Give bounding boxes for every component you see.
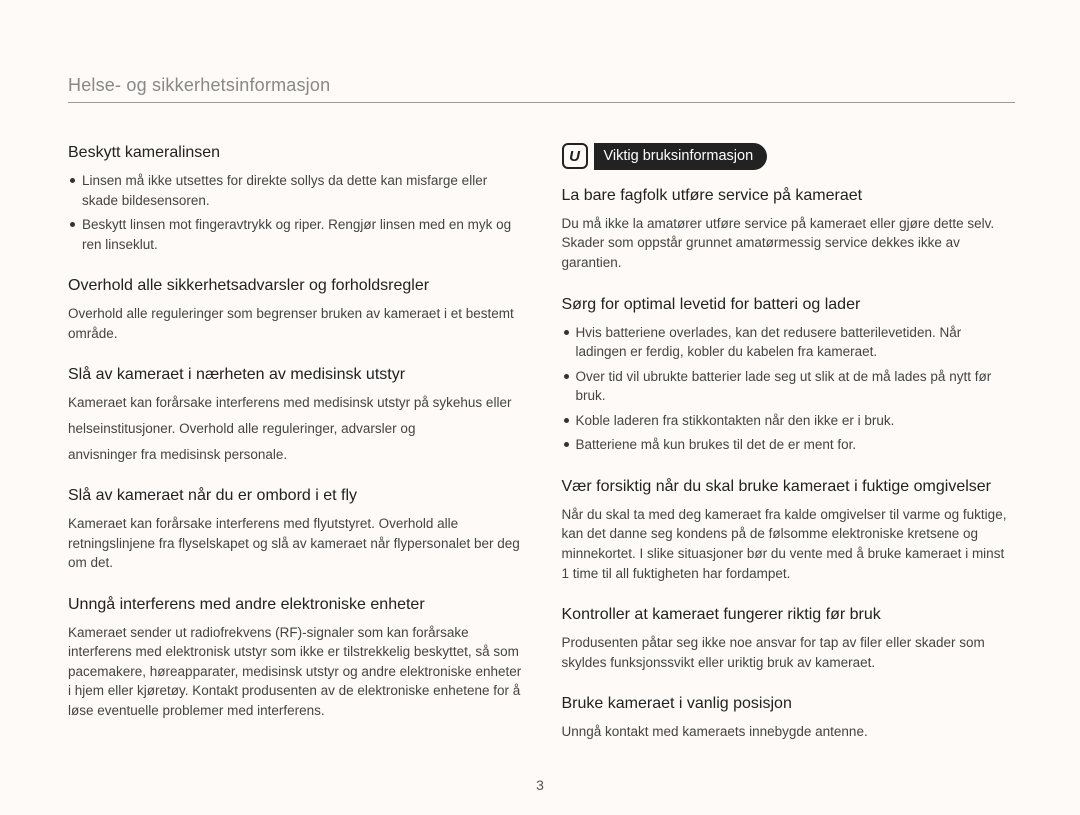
- section-body: Kameraet kan forårsake interferens med f…: [68, 514, 522, 573]
- section-heading: Beskytt kameralinsen: [68, 143, 522, 163]
- bullet-item: Beskytt linsen mot fingeravtrykk og ripe…: [68, 215, 522, 254]
- section-body: Produsenten påtar seg ikke noe ansvar fo…: [562, 633, 1016, 672]
- right-column: U Viktig bruksinformasjon La bare fagfol…: [562, 143, 1016, 764]
- bullet-item: Hvis batteriene overlades, kan det redus…: [562, 323, 1016, 362]
- section-heading: Bruke kameraet i vanlig posisjon: [562, 694, 1016, 714]
- section-heading: Unngå interferens med andre elektroniske…: [68, 595, 522, 615]
- section-heading: Sørg for optimal levetid for batteri og …: [562, 295, 1016, 315]
- section-heading: Slå av kameraet i nærheten av medisinsk …: [68, 365, 522, 385]
- section-check-before-use: Kontroller at kameraet fungerer riktig f…: [562, 605, 1016, 672]
- section-body: Du må ikke la amatører utføre service på…: [562, 214, 1016, 273]
- section-heading: Kontroller at kameraet fungerer riktig f…: [562, 605, 1016, 625]
- section-interference: Unngå interferens med andre elektroniske…: [68, 595, 522, 721]
- section-protect-lens: Beskytt kameralinsen Linsen må ikke utse…: [68, 143, 522, 254]
- badge-label: Viktig bruksinformasjon: [594, 143, 768, 170]
- info-badge: U Viktig bruksinformasjon: [562, 143, 1016, 170]
- left-column: Beskytt kameralinsen Linsen må ikke utse…: [68, 143, 522, 764]
- section-body: Unngå kontakt med kameraets innebygde an…: [562, 722, 1016, 742]
- paragraph: helseinstitusjoner. Overhold alle regule…: [68, 419, 522, 439]
- content-columns: Beskytt kameralinsen Linsen må ikke utse…: [68, 143, 1015, 764]
- section-heading: Slå av kameraet når du er ombord i et fl…: [68, 486, 522, 506]
- paragraph: Kameraet kan forårsake interferens med m…: [68, 393, 522, 413]
- section-battery-life: Sørg for optimal levetid for batteri og …: [562, 295, 1016, 455]
- note-icon: U: [562, 143, 588, 169]
- section-body: Overhold alle reguleringer som begrenser…: [68, 304, 522, 343]
- section-heading: Overhold alle sikkerhetsadvarsler og for…: [68, 276, 522, 296]
- section-safety-warnings: Overhold alle sikkerhetsadvarsler og for…: [68, 276, 522, 343]
- bullet-item: Batteriene må kun brukes til det de er m…: [562, 435, 1016, 455]
- section-body: Når du skal ta med deg kameraet fra kald…: [562, 505, 1016, 583]
- section-body: Kameraet sender ut radiofrekvens (RF)-si…: [68, 623, 522, 721]
- bullet-list: Linsen må ikke utsettes for direkte soll…: [68, 171, 522, 254]
- section-professional-service: La bare fagfolk utføre service på kamera…: [562, 186, 1016, 273]
- bullet-list: Hvis batteriene overlades, kan det redus…: [562, 323, 1016, 455]
- page-header: Helse- og sikkerhetsinformasjon: [68, 75, 1015, 103]
- section-medical-equipment: Slå av kameraet i nærheten av medisinsk …: [68, 365, 522, 464]
- bullet-item: Linsen må ikke utsettes for direkte soll…: [68, 171, 522, 210]
- section-heading: La bare fagfolk utføre service på kamera…: [562, 186, 1016, 206]
- section-body: Kameraet kan forårsake interferens med m…: [68, 393, 522, 464]
- page-number: 3: [0, 777, 1080, 793]
- section-heading: Vær forsiktig når du skal bruke kameraet…: [562, 477, 1016, 497]
- section-aircraft: Slå av kameraet når du er ombord i et fl…: [68, 486, 522, 573]
- bullet-item: Over tid vil ubrukte batterier lade seg …: [562, 367, 1016, 406]
- paragraph: anvisninger fra medisinsk personale.: [68, 445, 522, 465]
- bullet-item: Koble laderen fra stikkontakten når den …: [562, 411, 1016, 431]
- section-normal-position: Bruke kameraet i vanlig posisjon Unngå k…: [562, 694, 1016, 742]
- section-humid-environment: Vær forsiktig når du skal bruke kameraet…: [562, 477, 1016, 583]
